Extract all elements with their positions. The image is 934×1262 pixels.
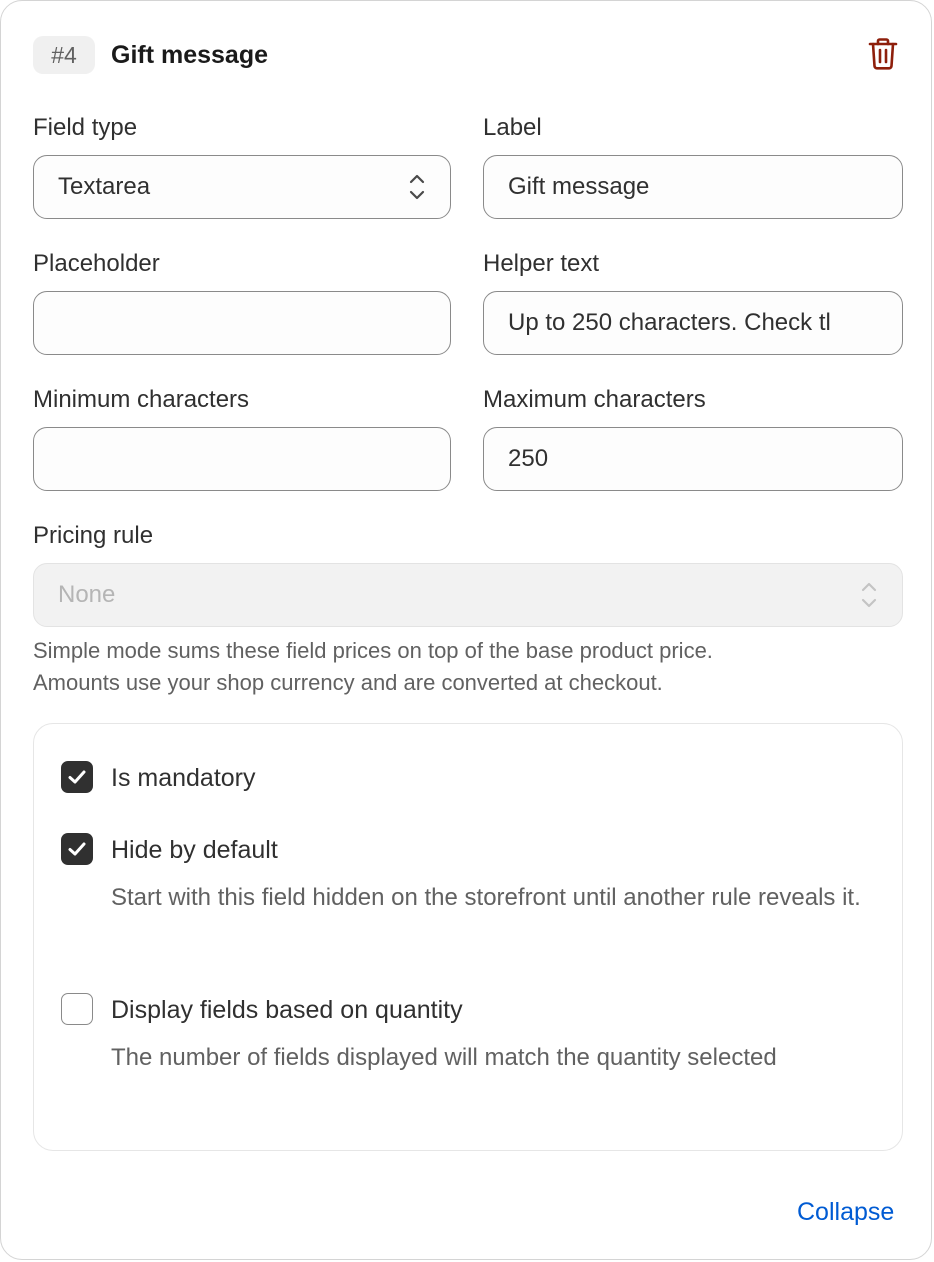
- hide-by-default-label[interactable]: Hide by default: [111, 834, 278, 866]
- hide-by-default-description: Start with this field hidden on the stor…: [111, 884, 861, 911]
- mandatory-checkbox[interactable]: [61, 761, 93, 793]
- pricing-rule-value: None: [58, 581, 116, 608]
- field-type-select[interactable]: Textarea: [33, 155, 451, 219]
- display-by-quantity-checkbox[interactable]: [61, 993, 93, 1025]
- field-title: Gift message: [111, 41, 269, 69]
- field-editor-card: #4 Gift message Field type Textarea Labe…: [0, 0, 932, 1260]
- min-chars-label: Minimum characters: [33, 386, 250, 413]
- helper-text-label: Helper text: [483, 250, 600, 277]
- placeholder-input[interactable]: [33, 291, 451, 355]
- max-chars-input[interactable]: [483, 427, 903, 491]
- display-by-quantity-description: The number of fields displayed will matc…: [111, 1044, 777, 1071]
- display-by-quantity-label[interactable]: Display fields based on quantity: [111, 994, 463, 1026]
- pricing-rule-select[interactable]: None: [33, 563, 903, 627]
- options-panel: Is mandatory Hide by default Start with …: [33, 723, 903, 1151]
- pricing-rule-label: Pricing rule: [33, 522, 154, 549]
- pricing-help-line-1: Simple mode sums these field prices on t…: [33, 638, 713, 663]
- helper-text-input[interactable]: [483, 291, 903, 355]
- field-number-badge: #4: [33, 36, 95, 74]
- placeholder-label: Placeholder: [33, 250, 160, 277]
- pricing-help-line-2: Amounts use your shop currency and are c…: [33, 670, 663, 695]
- max-chars-label: Maximum characters: [483, 386, 706, 413]
- collapse-link[interactable]: Collapse: [797, 1196, 894, 1228]
- checkmark-icon: [68, 770, 86, 784]
- min-chars-input[interactable]: [33, 427, 451, 491]
- checkmark-icon: [68, 842, 86, 856]
- field-type-value: Textarea: [58, 173, 151, 200]
- trash-icon[interactable]: [867, 37, 899, 71]
- hide-by-default-checkbox[interactable]: [61, 833, 93, 865]
- select-chevrons-icon: [409, 174, 425, 200]
- field-type-label: Field type: [33, 114, 138, 141]
- label-field-label: Label: [483, 114, 542, 141]
- pricing-rule-help: Simple mode sums these field prices on t…: [33, 635, 903, 699]
- mandatory-label[interactable]: Is mandatory: [111, 762, 256, 794]
- select-chevrons-icon: [861, 582, 877, 608]
- label-input[interactable]: [483, 155, 903, 219]
